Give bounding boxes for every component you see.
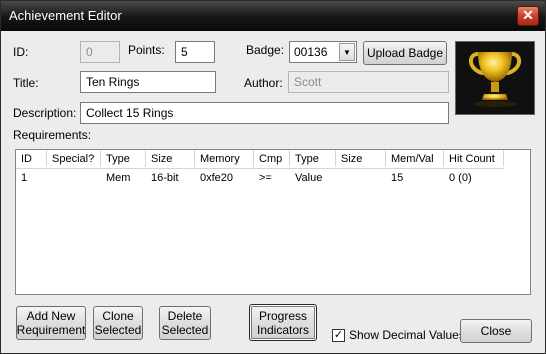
window-title: Achievement Editor [9, 8, 122, 23]
title-field[interactable]: Ten Rings [80, 71, 216, 93]
clone-selected-label-line2: Selected [94, 323, 142, 337]
column-header[interactable]: Cmp [254, 150, 290, 167]
show-decimal-label: Show Decimal Values [349, 328, 465, 342]
cell-size: 16-bit [151, 172, 179, 184]
delete-selected-label-line1: Delete [167, 309, 203, 323]
column-header[interactable]: Size [146, 150, 195, 167]
author-field: Scott [288, 71, 449, 93]
requirements-table-header: ID Special? Type Size Memory Cmp Type Si… [16, 150, 504, 169]
description-label: Description: [13, 106, 77, 120]
badge-select-value: 00136 [294, 45, 328, 59]
clone-selected-button[interactable]: Clone Selected [93, 306, 143, 340]
column-header[interactable]: Type [101, 150, 146, 167]
clone-selected-label-line1: Clone [102, 309, 134, 323]
title-label: Title: [13, 76, 39, 90]
upload-badge-button[interactable]: Upload Badge [363, 41, 447, 65]
trophy-icon [456, 42, 534, 114]
id-field: 0 [80, 41, 120, 63]
column-header[interactable]: Special? [47, 150, 101, 167]
badge-image [455, 41, 535, 115]
close-button[interactable]: Close [460, 319, 532, 343]
author-label: Author: [244, 76, 283, 90]
add-new-requirement-button[interactable]: Add New Requirement [16, 306, 86, 340]
requirements-label: Requirements: [13, 128, 92, 142]
column-header[interactable]: Size [336, 150, 386, 167]
chevron-down-icon[interactable]: ▼ [339, 43, 355, 61]
close-window-icon[interactable]: ✕ [517, 6, 539, 26]
points-label: Points: [128, 43, 165, 57]
column-header[interactable]: ID [16, 150, 47, 167]
cell-type2: Value [295, 172, 323, 184]
cell-id: 1 [21, 172, 28, 184]
progress-indicators-button[interactable]: Progress Indicators [249, 304, 317, 341]
achievement-editor-window: Achievement Editor ✕ ID: 0 Points: 5 Bad… [0, 0, 546, 354]
delete-selected-button[interactable]: Delete Selected [159, 306, 211, 340]
cell-type: Mem [106, 172, 131, 184]
show-decimal-checkbox[interactable]: ✓ [332, 329, 345, 342]
requirements-table[interactable]: ID Special? Type Size Memory Cmp Type Si… [15, 149, 531, 295]
progress-indicators-label-line2: Indicators [256, 322, 310, 337]
title-bar: Achievement Editor ✕ [1, 1, 545, 31]
column-header[interactable]: Hit Count [444, 150, 504, 167]
progress-indicators-label-line1: Progress [258, 308, 308, 323]
delete-selected-label-line2: Selected [161, 323, 209, 337]
id-label: ID: [13, 45, 29, 59]
cell-mem-val: 15 [391, 172, 404, 184]
badge-label: Badge: [246, 43, 285, 57]
description-field[interactable]: Collect 15 Rings [80, 102, 449, 124]
cell-memory: 0xfe20 [200, 172, 234, 184]
badge-select[interactable]: 00136 ▼ [289, 41, 357, 63]
column-header[interactable]: Mem/Val [386, 150, 444, 167]
add-new-requirement-label-line2: Requirement [16, 323, 86, 337]
add-new-requirement-label-line1: Add New [26, 309, 76, 323]
cell-hit-count: 0 (0) [449, 172, 472, 184]
cell-cmp: >= [259, 172, 272, 184]
column-header[interactable]: Memory [195, 150, 254, 167]
points-field[interactable]: 5 [175, 41, 215, 63]
column-header[interactable]: Type [290, 150, 336, 167]
